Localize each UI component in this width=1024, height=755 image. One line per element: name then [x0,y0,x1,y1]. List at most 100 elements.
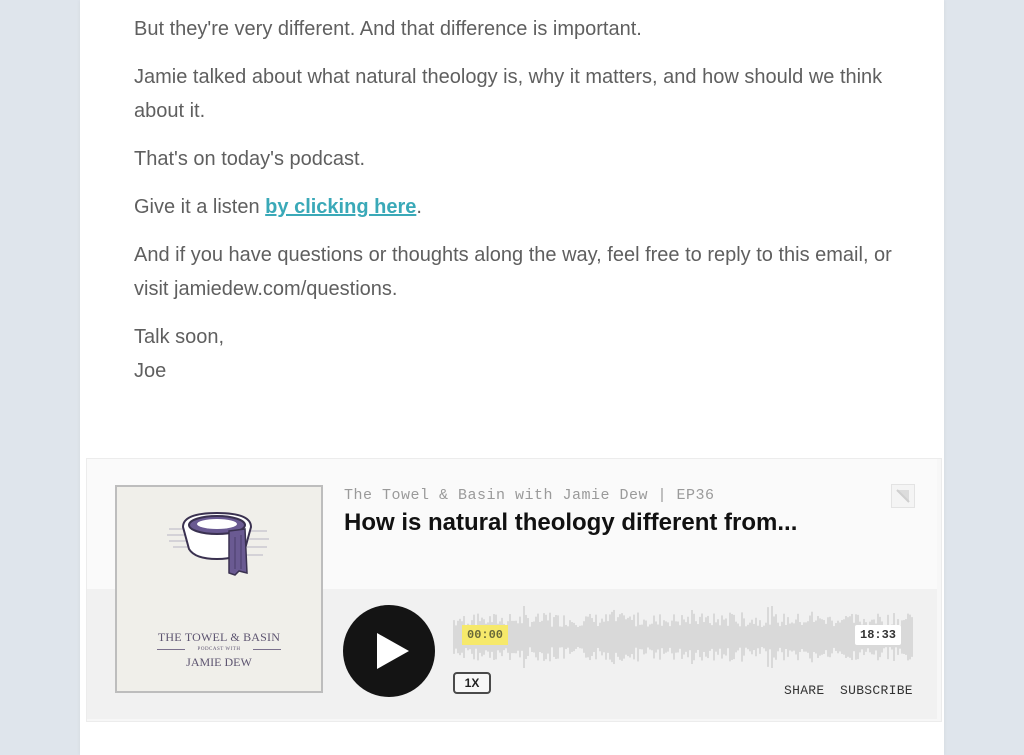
waveform-bar [687,616,689,658]
waveform-bar [777,622,779,652]
waveform-bar [611,611,613,663]
waveform-bar [789,623,791,651]
artwork-host: JAMIE DEW [186,655,252,669]
listen-link[interactable]: by clicking here [265,196,416,218]
waveform-bar [847,617,849,657]
playback-speed-button[interactable]: 1X [453,672,491,694]
waveform-bar [593,621,595,653]
waveform-bar [537,613,539,661]
waveform-bar [741,612,743,662]
waveform-bar [711,625,713,649]
waveform-bar [755,617,757,657]
waveform-bar [621,613,623,661]
waveform-bar [641,624,643,650]
play-icon [377,633,409,669]
waveform-bar [459,618,461,656]
waveform-bar [673,614,675,660]
waveform-bar [639,624,641,650]
waveform-bar [629,616,631,658]
podcast-artwork[interactable]: THE TOWEL & BASIN PODCAST WITH JAMIE DEW [115,485,323,693]
waveform-bar [591,618,593,656]
waveform-bar [541,620,543,654]
waveform-bar [627,617,629,657]
waveform-bar [757,625,759,649]
waveform-bar [653,615,655,659]
waveform-bar [747,624,749,650]
waveform-bar [529,626,531,648]
waveform-bar [455,625,457,649]
waveform-bar [813,621,815,653]
waveform-bar [837,620,839,654]
waveform-bar [525,614,527,660]
waveform-bar [637,612,639,662]
waveform-bar [595,614,597,660]
signoff: Talk soon, [134,326,225,348]
waveform-scrubber[interactable] [453,606,913,668]
waveform-bar [647,626,649,648]
episode-title[interactable]: How is natural theology different from..… [344,509,797,537]
waveform-bar [761,626,763,648]
waveform-bar [603,621,605,653]
waveform-bar [585,616,587,658]
waveform-bar [795,619,797,655]
waveform-bar [661,625,663,649]
waveform-bar [723,619,725,655]
waveform-bar [765,622,767,652]
waveform-bar [807,621,809,653]
waveform-bar [763,625,765,649]
waveform-bar [657,624,659,650]
waveform-bar [759,620,761,654]
subscribe-button[interactable]: SUBSCRIBE [840,683,913,698]
waveform-bar [787,617,789,657]
waveform-bar [769,624,771,650]
waveform-bar [903,620,905,654]
waveform-bar [643,619,645,655]
waveform-bar [817,616,819,658]
waveform-bar [901,620,903,654]
waveform-bar [745,626,747,648]
waveform-bar [839,622,841,652]
waveform-bar [551,626,553,648]
waveform-bar [767,607,769,667]
listen-prefix: Give it a listen [134,196,266,218]
waveform-bar [539,621,541,653]
waveform-bar [701,613,703,661]
waveform-bar [683,619,685,655]
waveform-bar [509,614,511,660]
show-name[interactable]: The Towel & Basin with Jamie Dew | EP36 [344,487,715,504]
waveform-bar [749,622,751,652]
waveform-bar [693,613,695,661]
waveform-bar [547,620,549,654]
waveform-bar [905,619,907,655]
waveform-bar [699,616,701,658]
current-time: 00:00 [462,625,509,645]
waveform-bar [575,625,577,649]
open-external-icon[interactable] [891,484,915,508]
waveform-bar [557,615,559,659]
waveform-bar [703,622,705,652]
waveform-bar [531,621,533,653]
waveform-bar [567,626,569,648]
waveform-bar [793,623,795,651]
waveform-bar [785,624,787,650]
play-button[interactable] [343,605,435,697]
waveform-bar [831,620,833,654]
waveform-bar [663,620,665,654]
waveform-bar [597,626,599,648]
waveform-bar [845,615,847,659]
waveform-bar [545,614,547,660]
waveform-bar [791,622,793,652]
waveform-bar [911,617,913,657]
waveform-bar [553,617,555,657]
waveform-bar [619,614,621,660]
waveform-bar [781,621,783,653]
waveform-bar [571,622,573,652]
waveform-bar [519,616,521,658]
waveform-bar [797,613,799,661]
waveform-bar [649,624,651,650]
share-button[interactable]: SHARE [784,683,825,698]
listen-suffix: . [416,196,422,218]
waveform-bar [569,620,571,654]
artwork-title: THE TOWEL & BASIN [157,630,281,644]
waveform-bar [679,625,681,649]
